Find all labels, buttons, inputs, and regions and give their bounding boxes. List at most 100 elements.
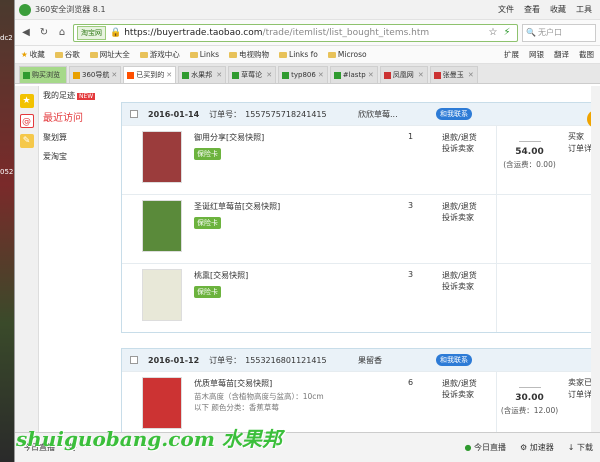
close-icon[interactable]: ✕ [216, 71, 222, 79]
tab-item-active[interactable]: 已买到的 ✕ [123, 66, 177, 83]
product-thumbnail[interactable] [142, 131, 182, 183]
contact-seller-button[interactable]: 和我联系 [436, 108, 472, 120]
search-input[interactable]: 🔍 无户口 [522, 23, 596, 42]
nav-aitaobao[interactable]: 爱淘宝 [41, 147, 111, 166]
close-icon[interactable]: ✕ [111, 71, 117, 79]
folder-icon [279, 51, 288, 58]
live-button[interactable]: ● 今日直播 [465, 442, 507, 453]
url-text[interactable]: https://buyertrade.taobao.com/trade/item… [124, 28, 486, 38]
tab-item[interactable]: 张曼玉 ✕ [429, 66, 478, 83]
product-name[interactable]: 桃熏[交易快照] [194, 270, 248, 281]
menu-file[interactable]: 文件 [498, 4, 514, 15]
browser-logo-icon [19, 3, 31, 16]
order-label: 订单号： [209, 355, 242, 365]
ext-extensions[interactable]: 扩展 [504, 49, 519, 60]
seller-name[interactable]: 果留香 [358, 355, 382, 366]
tab-item[interactable]: typ806 ✕ [278, 66, 328, 83]
order-header: 2016-01-12 订单号： 1553216801121415 果留香 和我联… [122, 349, 600, 371]
product-thumbnail[interactable] [142, 200, 182, 252]
bookmarks-bar: ★ 收藏 谷歌 网址大全 游戏中心 Links 电视购物 Links fo Mic… [15, 46, 600, 64]
bookmark-site-directory[interactable]: 网址大全 [89, 49, 130, 60]
nav-juhuasuan[interactable]: 聚划算 [41, 128, 111, 147]
order-checkbox[interactable] [130, 356, 138, 364]
ext-banking[interactable]: 网银 [529, 49, 544, 60]
refresh-icon[interactable]: ↻ [37, 26, 51, 40]
product-name[interactable]: 圣诞红草莓苗[交易快照] [194, 201, 280, 212]
ext-translate[interactable]: 翻译 [554, 49, 569, 60]
bookmark-favorites[interactable]: ★ 收藏 [21, 49, 45, 60]
search-placeholder: 无户口 [537, 28, 562, 37]
home-icon[interactable]: ⌂ [55, 26, 69, 40]
complain-link[interactable]: 投诉卖家 [442, 212, 477, 223]
product-name[interactable]: 御用分享[交易快照] [194, 132, 264, 143]
refund-link[interactable]: 退款/退货 [442, 132, 477, 143]
tab-item[interactable]: #lastp ✕ [329, 66, 378, 83]
scrollbar[interactable] [591, 86, 600, 432]
close-icon[interactable]: ✕ [166, 71, 172, 79]
tab-favicon-icon [182, 71, 190, 79]
bookmark-links-fo[interactable]: Links fo [279, 50, 318, 59]
url-bar[interactable]: 淘宝网 🔒 https://buyertrade.taobao.com/trad… [73, 23, 518, 42]
refund-link[interactable]: 退款/退货 [442, 378, 477, 389]
guarantee-badge[interactable]: 保险卡 [194, 148, 221, 160]
order-detail-link[interactable]: 订单详 [568, 389, 592, 401]
title-bar: 360安全浏览器 8.1 文件 查看 收藏 工具 [15, 0, 600, 20]
refund-link[interactable]: 退款/退货 [442, 270, 477, 281]
close-icon[interactable]: ✕ [468, 71, 474, 79]
bookmark-game-center[interactable]: 游戏中心 [139, 49, 180, 60]
menu-tools[interactable]: 工具 [576, 4, 592, 15]
status-text: 卖家已 [568, 378, 592, 387]
tab-item[interactable]: 购买浏览 [19, 66, 67, 83]
divider [518, 141, 541, 142]
ext-screenshot[interactable]: 截图 [579, 49, 594, 60]
order-detail-link[interactable]: 订单详 [568, 143, 592, 155]
site-badge[interactable]: 淘宝网 [77, 25, 106, 40]
menu-favorites[interactable]: 收藏 [550, 4, 566, 15]
tab-item[interactable]: 凤凰网 ✕ [379, 66, 428, 83]
refund-link[interactable]: 退款/退货 [442, 201, 477, 212]
url-path: /trade/itemlist/list_bought_items.htm [262, 27, 430, 38]
order-checkbox[interactable] [130, 110, 138, 118]
tab-item[interactable]: 360导航 ✕ [69, 66, 122, 83]
back-icon[interactable]: ◀ [19, 26, 33, 40]
close-icon[interactable]: ✕ [318, 71, 324, 79]
close-icon[interactable]: ✕ [418, 71, 424, 79]
star-icon[interactable]: ★ [19, 94, 34, 108]
quantity: 3 [408, 201, 414, 210]
page-icon [89, 51, 98, 58]
bookmark-microsoft[interactable]: Microso [327, 50, 367, 59]
close-icon[interactable]: ✕ [266, 71, 272, 79]
tab-item[interactable]: 水果邦 ✕ [178, 66, 227, 83]
product-name[interactable]: 优质草莓苗[交易快照] [194, 378, 272, 389]
contact-seller-button[interactable]: 和我联系 [436, 354, 472, 366]
accelerator-button[interactable]: ⚙ 加速器 [520, 442, 554, 453]
tab-item[interactable]: 草莓论 ✕ [228, 66, 277, 83]
order-card: 2016-01-12 订单号： 1553216801121415 果留香 和我联… [121, 348, 600, 432]
close-icon[interactable]: ✕ [368, 71, 374, 79]
site-watermark: shuiguobang.com 水果邦 [16, 427, 282, 451]
desktop-label: 052 [0, 168, 14, 176]
bookmark-google[interactable]: 谷歌 [54, 49, 80, 60]
star-icon[interactable]: ☆ [486, 26, 500, 40]
download-button[interactable]: ↓ 下载 [568, 442, 593, 453]
menu-view[interactable]: 查看 [524, 4, 540, 15]
nav-recent[interactable]: 最近访问 [41, 105, 111, 128]
bookmark-tv-shopping[interactable]: 电视购物 [229, 49, 269, 60]
folder-icon [189, 51, 198, 58]
play-icon: ● [464, 443, 472, 452]
product-thumbnail[interactable] [142, 269, 182, 321]
product-thumbnail[interactable] [142, 377, 182, 429]
seller-name[interactable]: 欣欣草莓... [358, 109, 398, 120]
nav-footprint[interactable]: 我的足迹 NEW [41, 86, 111, 105]
at-icon[interactable]: @ [19, 114, 34, 128]
guarantee-badge[interactable]: 保险卡 [194, 286, 221, 298]
bookmark-links[interactable]: Links [189, 50, 219, 59]
note-icon[interactable]: ✎ [19, 134, 34, 148]
guarantee-badge[interactable]: 保险卡 [194, 217, 221, 229]
complain-link[interactable]: 投诉卖家 [442, 143, 477, 154]
complain-link[interactable]: 投诉卖家 [442, 281, 477, 292]
complain-link[interactable]: 投诉卖家 [442, 389, 477, 400]
bolt-icon[interactable]: ⚡ [500, 26, 514, 40]
tab-favicon-icon [232, 71, 240, 79]
order-date: 2016-01-12 [148, 355, 200, 365]
